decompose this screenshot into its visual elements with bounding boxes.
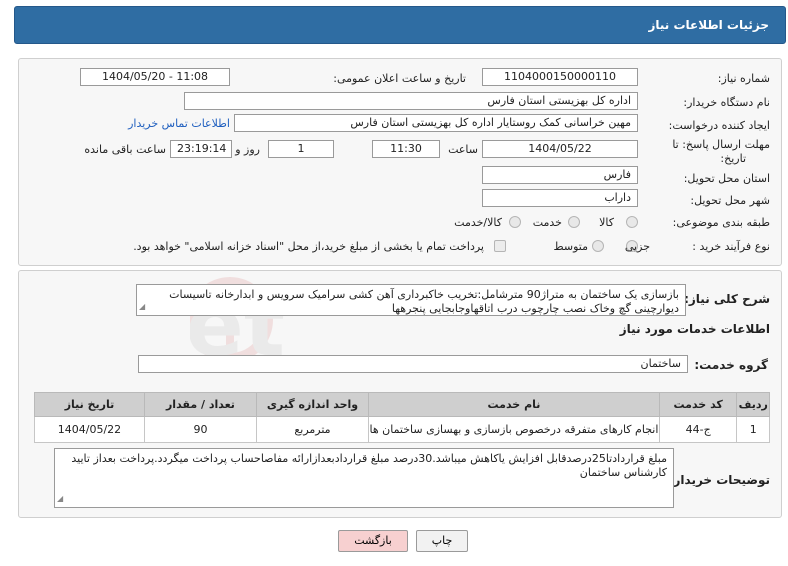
need-info-panel <box>18 58 782 266</box>
deadline-time-label: ساعت <box>448 143 478 156</box>
category-label: طبقه بندی موضوعی: <box>672 216 770 229</box>
summary-label: شرح کلی نیاز: <box>684 292 770 306</box>
remaining-time-label: ساعت باقی مانده <box>84 143 166 156</box>
province-field[interactable]: فارس <box>482 166 638 184</box>
back-button[interactable]: بازگشت <box>338 530 408 552</box>
print-button[interactable]: چاپ <box>416 530 468 552</box>
service-group-field[interactable]: ساختمان <box>138 355 688 373</box>
category-goods-service-label: کالا/خدمت <box>454 216 502 229</box>
cell-need-date: 1404/05/22 <box>34 416 145 443</box>
deadline-label: مهلت ارسال پاسخ: تا <box>672 138 770 151</box>
payment-note: پرداخت تمام یا بخشی از مبلغ خرید،از محل … <box>133 240 484 253</box>
category-goods-label: کالا <box>599 216 614 229</box>
table-row[interactable]: 1 ج-44 انجام کارهای متفرقه درخصوص بازساز… <box>34 416 770 443</box>
announce-date-label: تاریخ و ساعت اعلان عمومی: <box>333 72 466 85</box>
col-quantity: تعداد / مقدار <box>143 392 257 417</box>
announce-date-field[interactable]: 1404/05/20 - 11:08 <box>80 68 230 86</box>
buyer-org-label: نام دستگاه خریدار: <box>683 96 770 109</box>
col-unit: واحد اندازه گیری <box>255 392 370 417</box>
cell-quantity: 90 <box>143 416 257 443</box>
category-goods-radio[interactable] <box>626 216 638 228</box>
cell-service-name: انجام کارهای متفرقه درخصوص بازسازی و بهس… <box>368 416 660 443</box>
process-medium-label: متوسط <box>553 240 588 253</box>
city-field[interactable]: داراب <box>482 189 638 207</box>
deadline-date-field[interactable]: 1404/05/22 <box>482 140 638 158</box>
buyer-notes-text: مبلغ قراردادتا25درصدقابل افزایش یاکاهش م… <box>71 452 667 479</box>
resize-grip-icon[interactable]: ◢ <box>139 300 145 314</box>
services-section-title: اطلاعات خدمات مورد نیاز <box>619 322 770 336</box>
process-label: نوع فرآیند خرید : <box>692 240 770 253</box>
category-service-label: خدمت <box>532 216 562 229</box>
col-row: ردیف <box>736 392 770 417</box>
summary-text: بازسازی یک ساختمان به متراژ90 مترشامل:تخ… <box>169 288 679 315</box>
col-service-code: کد خدمت <box>658 392 738 417</box>
remaining-time-field[interactable]: 23:19:14 <box>170 140 232 158</box>
city-label: شهر محل تحویل: <box>690 194 770 207</box>
buyer-notes-label: توضیحات خریدار: <box>668 473 770 487</box>
buyer-notes-textarea[interactable]: مبلغ قراردادتا25درصدقابل افزایش یاکاهش م… <box>54 448 674 508</box>
need-number-field[interactable]: 1104000150000110 <box>482 68 638 86</box>
cell-row: 1 <box>736 416 770 443</box>
days-label: روز و <box>235 143 260 156</box>
col-need-date: تاریخ نیاز <box>34 392 145 417</box>
need-number-label: شماره نیاز: <box>717 72 770 85</box>
category-goods-service-radio[interactable] <box>509 216 521 228</box>
service-group-label: گروه خدمت: <box>694 358 768 372</box>
col-service-name: نام خدمت <box>368 392 660 417</box>
category-service-radio[interactable] <box>568 216 580 228</box>
creator-field[interactable]: مهین خراسانی کمک روستایار اداره کل بهزیس… <box>234 114 638 132</box>
cell-service-code: ج-44 <box>658 416 738 443</box>
deadline-time-field[interactable]: 11:30 <box>372 140 440 158</box>
summary-textarea[interactable]: بازسازی یک ساختمان به متراژ90 مترشامل:تخ… <box>136 284 686 316</box>
services-table: ردیف کد خدمت نام خدمت واحد اندازه گیری ت… <box>34 392 770 443</box>
page-title: جزئیات اطلاعات نیاز <box>648 18 769 32</box>
process-partial-label: جزیی <box>624 240 650 253</box>
buyer-org-field[interactable]: اداره کل بهزیستی استان فارس <box>184 92 638 110</box>
resize-grip-icon[interactable]: ◢ <box>57 492 63 506</box>
province-label: استان محل تحویل: <box>683 172 770 185</box>
process-medium-radio[interactable] <box>592 240 604 252</box>
buyer-contact-link[interactable]: اطلاعات تماس خریدار <box>128 117 230 130</box>
deadline-date-label: تاریخ: <box>720 152 746 165</box>
cell-unit: مترمربع <box>255 416 370 443</box>
creator-label: ایجاد کننده درخواست: <box>668 119 770 132</box>
islamic-treasury-checkbox[interactable] <box>494 240 506 252</box>
remaining-days-field[interactable]: 1 <box>268 140 334 158</box>
table-header-row: ردیف کد خدمت نام خدمت واحد اندازه گیری ت… <box>34 392 770 417</box>
page-title-bar: جزئیات اطلاعات نیاز <box>14 6 786 44</box>
